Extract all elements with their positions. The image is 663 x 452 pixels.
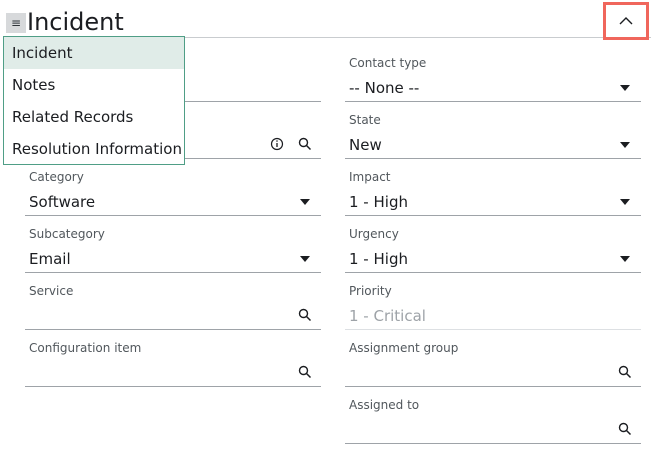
subcategory-label: Subcategory: [29, 227, 105, 241]
priority-value: 1 - Critical: [349, 307, 426, 325]
contact-type-underline: [345, 101, 641, 102]
category-underline: [25, 215, 321, 216]
service-underline: [25, 329, 321, 330]
collapse-button[interactable]: [603, 2, 649, 40]
menu-item-resolution-information[interactable]: Resolution Information: [4, 133, 184, 165]
state-select[interactable]: New: [349, 135, 382, 155]
category-label: Category: [29, 170, 84, 184]
search-icon[interactable]: [617, 364, 633, 380]
category-select[interactable]: Software: [29, 192, 95, 212]
urgency-caret-icon[interactable]: [620, 256, 630, 262]
urgency-select[interactable]: 1 - High: [349, 249, 408, 269]
impact-caret-icon[interactable]: [620, 199, 630, 205]
menu-item-related-records[interactable]: Related Records: [4, 101, 184, 133]
configuration-item-underline: [25, 386, 321, 387]
subcategory-underline: [25, 272, 321, 273]
page-title: Incident: [27, 8, 124, 36]
search-icon[interactable]: [297, 136, 313, 152]
assignment-group-label: Assignment group: [349, 341, 459, 355]
assigned-to-underline: [345, 443, 641, 444]
configuration-item-label: Configuration item: [29, 341, 142, 355]
search-icon[interactable]: [297, 364, 313, 380]
section-menu-button[interactable]: ≡: [6, 13, 26, 33]
assigned-to-label: Assigned to: [349, 398, 420, 412]
section-dropdown-menu: Incident Notes Related Records Resolutio…: [3, 36, 185, 165]
contact-type-caret-icon[interactable]: [620, 85, 630, 91]
chevron-up-icon: [619, 17, 633, 25]
state-caret-icon[interactable]: [620, 142, 630, 148]
subcategory-select[interactable]: Email: [29, 249, 71, 269]
hamburger-icon: ≡: [10, 16, 22, 30]
priority-underline: [345, 329, 641, 330]
urgency-label: Urgency: [349, 227, 399, 241]
state-label: State: [349, 113, 381, 127]
search-icon[interactable]: [297, 307, 313, 323]
service-label: Service: [29, 284, 74, 298]
state-underline: [345, 158, 641, 159]
urgency-underline: [345, 272, 641, 273]
contact-type-label: Contact type: [349, 56, 427, 70]
impact-label: Impact: [349, 170, 391, 184]
impact-select[interactable]: 1 - High: [349, 192, 408, 212]
assignment-group-underline: [345, 386, 641, 387]
subcategory-caret-icon[interactable]: [300, 256, 310, 262]
category-caret-icon[interactable]: [300, 199, 310, 205]
menu-item-notes[interactable]: Notes: [4, 69, 184, 101]
menu-item-incident[interactable]: Incident: [4, 37, 184, 69]
priority-label: Priority: [349, 284, 392, 298]
impact-underline: [345, 215, 641, 216]
search-icon[interactable]: [617, 421, 633, 437]
contact-type-select[interactable]: -- None --: [349, 78, 419, 98]
info-icon[interactable]: [269, 136, 285, 152]
